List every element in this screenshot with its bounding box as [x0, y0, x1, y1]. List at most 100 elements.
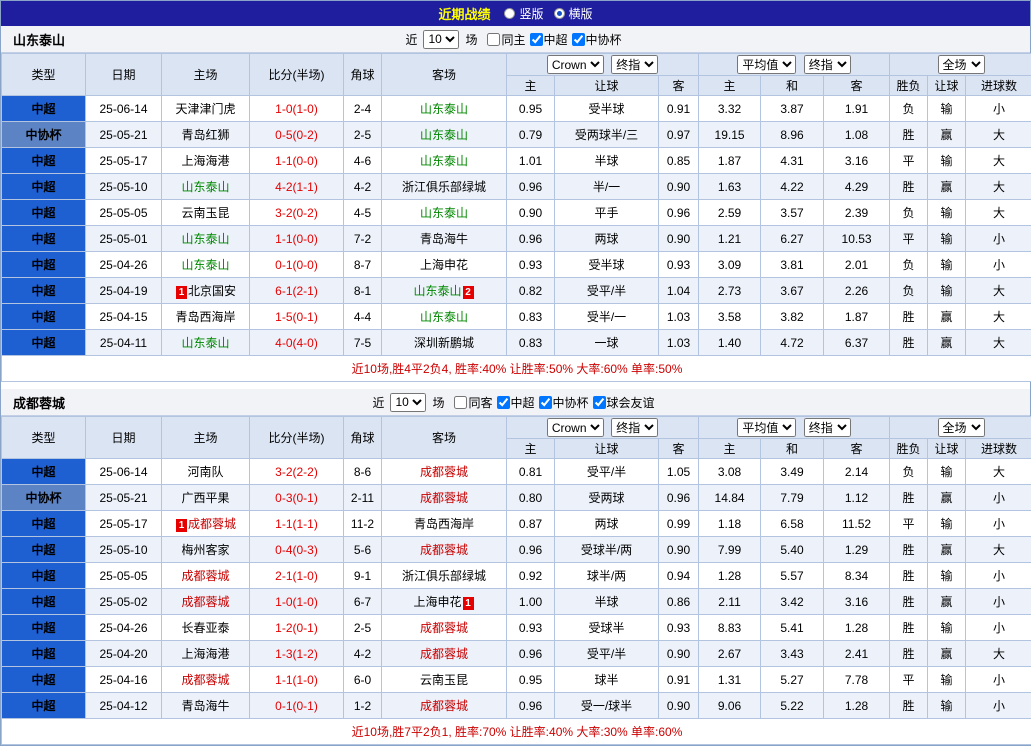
score-link[interactable]: 1-2(0-1)	[275, 621, 318, 635]
filter-checkbox-input[interactable]	[497, 396, 510, 409]
score-link[interactable]: 6-1(2-1)	[275, 284, 318, 298]
match-row[interactable]: 中超 25-05-17 上海海港 1-1(0-0) 4-6 山东泰山 1.01 …	[2, 148, 1031, 174]
team-link[interactable]: 山东泰山	[420, 206, 468, 220]
team-link[interactable]: 成都蓉城	[420, 543, 468, 557]
team-link[interactable]: 浙江俱乐部绿城	[402, 180, 486, 194]
team-link[interactable]: 天津津门虎	[175, 102, 235, 116]
match-row[interactable]: 中超 25-04-19 1北京国安 6-1(2-1) 8-1 山东泰山2 0.8…	[2, 278, 1031, 304]
team-link[interactable]: 山东泰山	[181, 180, 229, 194]
team-link[interactable]: 山东泰山	[420, 154, 468, 168]
filter-checkbox[interactable]: 中协杯	[539, 394, 589, 411]
filter-checkbox[interactable]: 中超	[530, 31, 568, 48]
match-row[interactable]: 中超 25-05-01 山东泰山 1-1(0-0) 7-2 青岛海牛 0.96 …	[2, 226, 1031, 252]
score-link[interactable]: 1-0(1-0)	[275, 595, 318, 609]
team-link[interactable]: 深圳新鹏城	[414, 336, 474, 350]
scope-select[interactable]: 全场	[938, 55, 985, 74]
filter-checkbox[interactable]: 同客	[454, 394, 492, 411]
score-link[interactable]: 4-0(4-0)	[275, 336, 318, 350]
bookmaker-select[interactable]: Crown	[547, 418, 604, 437]
team-link[interactable]: 成都蓉城	[188, 517, 236, 531]
score-link[interactable]: 4-2(1-1)	[275, 180, 318, 194]
team-link[interactable]: 成都蓉城	[420, 621, 468, 635]
score-link[interactable]: 1-5(0-1)	[275, 310, 318, 324]
team-link[interactable]: 青岛红狮	[181, 128, 229, 142]
games-count-select[interactable]: 10	[423, 30, 459, 49]
filter-checkbox[interactable]: 中协杯	[572, 31, 622, 48]
filter-checkbox[interactable]: 球会友谊	[593, 394, 655, 411]
layout-radio-horizontal[interactable]: 横版	[554, 5, 593, 22]
team-link[interactable]: 梅州客家	[181, 543, 229, 557]
filter-checkbox-input[interactable]	[454, 396, 467, 409]
match-row[interactable]: 中超 25-04-15 青岛西海岸 1-5(0-1) 4-4 山东泰山 0.83…	[2, 304, 1031, 330]
team-link[interactable]: 云南玉昆	[420, 673, 468, 687]
score-link[interactable]: 1-1(0-0)	[275, 154, 318, 168]
team-link[interactable]: 青岛海牛	[420, 232, 468, 246]
team-link[interactable]: 成都蓉城	[420, 699, 468, 713]
filter-checkbox[interactable]: 同主	[487, 31, 525, 48]
team-link[interactable]: 成都蓉城	[420, 647, 468, 661]
score-link[interactable]: 1-3(1-2)	[275, 647, 318, 661]
score-link[interactable]: 0-1(0-0)	[275, 258, 318, 272]
match-row[interactable]: 中超 25-04-20 上海海港 1-3(1-2) 4-2 成都蓉城 0.96 …	[2, 641, 1031, 667]
match-row[interactable]: 中超 25-04-26 长春亚泰 1-2(0-1) 2-5 成都蓉城 0.93 …	[2, 615, 1031, 641]
filter-checkbox-input[interactable]	[487, 33, 500, 46]
euro-final-select[interactable]: 终指	[804, 55, 851, 74]
scope-select[interactable]: 全场	[938, 418, 985, 437]
score-link[interactable]: 3-2(2-2)	[275, 465, 318, 479]
match-row[interactable]: 中超 25-05-17 1成都蓉城 1-1(1-1) 11-2 青岛西海岸 0.…	[2, 511, 1031, 537]
score-link[interactable]: 1-1(1-1)	[275, 517, 318, 531]
score-link[interactable]: 3-2(0-2)	[275, 206, 318, 220]
match-row[interactable]: 中协杯 25-05-21 广西平果 0-3(0-1) 2-11 成都蓉城 0.8…	[2, 485, 1031, 511]
match-row[interactable]: 中超 25-05-10 梅州客家 0-4(0-3) 5-6 成都蓉城 0.96 …	[2, 537, 1031, 563]
filter-checkbox-input[interactable]	[530, 33, 543, 46]
team-link[interactable]: 成都蓉城	[420, 465, 468, 479]
score-link[interactable]: 1-1(0-0)	[275, 232, 318, 246]
team-link[interactable]: 青岛海牛	[181, 699, 229, 713]
layout-radio-vertical[interactable]: 竖版	[504, 5, 543, 22]
team-link[interactable]: 上海申花	[413, 595, 461, 609]
match-row[interactable]: 中超 25-04-16 成都蓉城 1-1(1-0) 6-0 云南玉昆 0.95 …	[2, 667, 1031, 693]
team-link[interactable]: 山东泰山	[181, 336, 229, 350]
match-row[interactable]: 中超 25-04-12 青岛海牛 0-1(0-1) 1-2 成都蓉城 0.96 …	[2, 693, 1031, 719]
team-link[interactable]: 山东泰山	[181, 258, 229, 272]
score-link[interactable]: 2-1(1-0)	[275, 569, 318, 583]
team-link[interactable]: 广西平果	[181, 491, 229, 505]
score-link[interactable]: 0-1(0-1)	[275, 699, 318, 713]
average-select[interactable]: 平均值	[737, 55, 796, 74]
team-link[interactable]: 山东泰山	[413, 284, 461, 298]
bookmaker-select[interactable]: Crown	[547, 55, 604, 74]
match-row[interactable]: 中超 25-05-10 山东泰山 4-2(1-1) 4-2 浙江俱乐部绿城 0.…	[2, 174, 1031, 200]
team-link[interactable]: 山东泰山	[420, 310, 468, 324]
team-link[interactable]: 云南玉昆	[181, 206, 229, 220]
team-link[interactable]: 上海海港	[181, 154, 229, 168]
team-link[interactable]: 青岛西海岸	[414, 517, 474, 531]
team-link[interactable]: 上海海港	[181, 647, 229, 661]
filter-checkbox[interactable]: 中超	[497, 394, 535, 411]
team-link[interactable]: 成都蓉城	[181, 673, 229, 687]
games-count-select[interactable]: 10	[390, 393, 426, 412]
team-link[interactable]: 浙江俱乐部绿城	[402, 569, 486, 583]
score-link[interactable]: 1-0(1-0)	[275, 102, 318, 116]
team-link[interactable]: 成都蓉城	[181, 569, 229, 583]
team-link[interactable]: 上海申花	[420, 258, 468, 272]
match-row[interactable]: 中超 25-04-26 山东泰山 0-1(0-0) 8-7 上海申花 0.93 …	[2, 252, 1031, 278]
team-link[interactable]: 山东泰山	[420, 102, 468, 116]
filter-checkbox-input[interactable]	[572, 33, 585, 46]
team-link[interactable]: 山东泰山	[420, 128, 468, 142]
team-link[interactable]: 青岛西海岸	[175, 310, 235, 324]
team-link[interactable]: 长春亚泰	[181, 621, 229, 635]
score-link[interactable]: 0-3(0-1)	[275, 491, 318, 505]
team-link[interactable]: 河南队	[187, 465, 223, 479]
team-link[interactable]: 成都蓉城	[420, 491, 468, 505]
team-link[interactable]: 北京国安	[188, 284, 236, 298]
average-select[interactable]: 平均值	[737, 418, 796, 437]
match-row[interactable]: 中超 25-05-05 云南玉昆 3-2(0-2) 4-5 山东泰山 0.90 …	[2, 200, 1031, 226]
match-row[interactable]: 中超 25-06-14 河南队 3-2(2-2) 8-6 成都蓉城 0.81 受…	[2, 459, 1031, 485]
match-row[interactable]: 中超 25-05-02 成都蓉城 1-0(1-0) 6-7 上海申花1 1.00…	[2, 589, 1031, 615]
filter-checkbox-input[interactable]	[539, 396, 552, 409]
team-link[interactable]: 成都蓉城	[181, 595, 229, 609]
score-link[interactable]: 0-4(0-3)	[275, 543, 318, 557]
team-link[interactable]: 山东泰山	[181, 232, 229, 246]
match-row[interactable]: 中协杯 25-05-21 青岛红狮 0-5(0-2) 2-5 山东泰山 0.79…	[2, 122, 1031, 148]
asian-final-select[interactable]: 终指	[611, 418, 658, 437]
